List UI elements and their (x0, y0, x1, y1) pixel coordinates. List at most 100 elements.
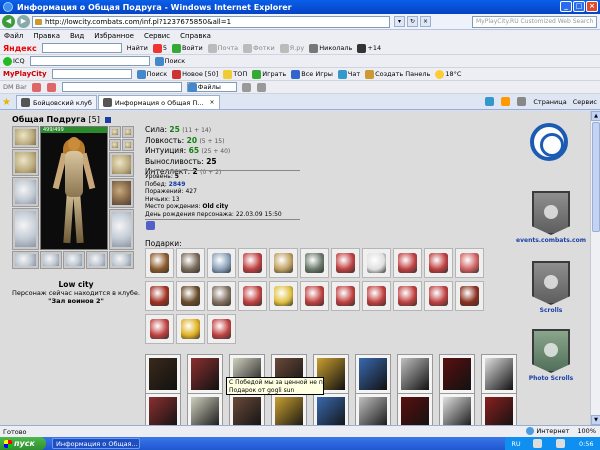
info-icon[interactable] (104, 116, 111, 123)
tab-character-info[interactable]: Информация о Общая П... × (97, 95, 220, 109)
mail-button[interactable]: Почта (207, 43, 238, 53)
login-button[interactable]: Войти (172, 43, 203, 53)
gift-item[interactable] (207, 314, 236, 344)
tools-menu[interactable]: Сервис (573, 98, 597, 106)
start-button[interactable]: пуск (0, 437, 46, 450)
events-banner-icon[interactable] (532, 191, 570, 235)
ring-slot-4[interactable] (122, 139, 134, 151)
favorites-star-icon[interactable]: ★ (2, 97, 14, 109)
print-icon[interactable] (517, 97, 527, 106)
gift-item[interactable] (176, 248, 205, 278)
gift-item[interactable] (424, 281, 453, 311)
photo-card[interactable] (145, 393, 181, 425)
gift-item[interactable] (331, 281, 360, 311)
gift-item[interactable] (207, 281, 236, 311)
user-button[interactable]: Николаль (309, 43, 352, 53)
search-input[interactable]: MyPlayCity.RU Customized Web Search (472, 16, 597, 28)
pocket-slot-1[interactable] (40, 251, 62, 269)
shield-slot[interactable] (109, 178, 134, 208)
gift-item[interactable] (362, 248, 391, 278)
maximize-button[interactable]: □ (573, 1, 585, 12)
gift-item[interactable] (176, 314, 205, 344)
scrolls-banner-icon[interactable] (532, 261, 570, 305)
close-tab-icon[interactable]: × (209, 99, 214, 106)
files-dropdown[interactable]: Файлы (186, 82, 237, 92)
dm-icon-4[interactable] (256, 82, 266, 92)
tray-icon-2[interactable] (556, 439, 566, 448)
gift-item[interactable] (269, 281, 298, 311)
photo-card[interactable] (355, 354, 391, 394)
gift-item[interactable] (269, 248, 298, 278)
scrolls-link[interactable]: Scrolls (516, 307, 586, 314)
menu-edit[interactable]: Правка (33, 32, 60, 40)
chat-button[interactable]: Чат (337, 69, 360, 79)
top-button[interactable]: ТОП (223, 69, 247, 79)
language-indicator[interactable]: RU (511, 440, 520, 448)
gift-item[interactable] (300, 281, 329, 311)
photo-card[interactable] (439, 354, 475, 394)
ring-slot-1[interactable] (109, 126, 121, 138)
create-panel-button[interactable]: Создать Панель (365, 69, 430, 79)
photo-card[interactable] (481, 354, 517, 394)
photo-card[interactable] (397, 393, 433, 425)
photo-card[interactable] (187, 393, 223, 425)
photo-card[interactable] (145, 354, 181, 394)
gift-item[interactable] (393, 248, 422, 278)
forward-button[interactable]: ▶ (17, 15, 30, 28)
photos-button[interactable]: Фотки (243, 43, 275, 53)
helmet-slot[interactable] (12, 126, 39, 148)
clan-icon[interactable] (146, 221, 155, 230)
gift-item[interactable] (393, 281, 422, 311)
yandex-count[interactable]: 5 (152, 43, 167, 53)
photo-card[interactable] (187, 354, 223, 394)
menu-favorites[interactable]: Избранное (94, 32, 134, 40)
photo-card[interactable] (271, 393, 307, 425)
minimize-button[interactable]: _ (560, 1, 572, 12)
gift-item[interactable] (145, 281, 174, 311)
notifications-count[interactable]: +14 (357, 43, 381, 53)
photo-scrolls-link[interactable]: Photo Scrolls (516, 375, 586, 382)
dropdown-arrow-icon[interactable]: ▾ (394, 16, 405, 27)
icq-search-button[interactable]: Поиск (154, 56, 185, 66)
yandex-search-input[interactable] (41, 43, 122, 53)
photo-card[interactable] (397, 354, 433, 394)
gift-item[interactable] (424, 248, 453, 278)
page-menu[interactable]: Страница (533, 98, 566, 106)
emblem-icon[interactable] (530, 123, 568, 161)
dm-icon-1[interactable] (31, 82, 41, 92)
scroll-thumb[interactable] (592, 122, 600, 232)
menu-file[interactable]: Файл (4, 32, 23, 40)
gift-item[interactable] (455, 248, 484, 278)
back-button[interactable]: ◀ (2, 15, 15, 28)
photo-scrolls-banner-icon[interactable] (532, 329, 570, 373)
new-button[interactable]: Новое [50] (172, 69, 218, 79)
gift-item[interactable] (455, 281, 484, 311)
gift-item[interactable] (207, 248, 236, 278)
menu-view[interactable]: Вид (70, 32, 84, 40)
gift-item[interactable] (176, 281, 205, 311)
tray-icon-1[interactable] (533, 439, 543, 448)
gift-item[interactable] (331, 248, 360, 278)
gift-item[interactable] (300, 248, 329, 278)
gift-item[interactable] (238, 281, 267, 311)
weather-button[interactable]: 18°C (435, 69, 461, 79)
pocket-slot-3[interactable] (86, 251, 108, 269)
vertical-scrollbar[interactable]: ▲ ▼ (590, 111, 600, 425)
gift-item[interactable] (145, 248, 174, 278)
taskbar-item-ie[interactable]: Информация о Общая... (52, 438, 140, 449)
myplaycity-search-input[interactable] (51, 69, 132, 79)
rss-icon[interactable] (501, 97, 511, 106)
scroll-down-icon[interactable]: ▼ (591, 415, 600, 425)
photo-card[interactable] (355, 393, 391, 425)
yandex-find-button[interactable]: Найти (127, 44, 148, 52)
pocket-slot-2[interactable] (63, 251, 85, 269)
menu-tools[interactable]: Сервис (144, 32, 170, 40)
belt-slot[interactable] (12, 251, 39, 269)
scroll-up-icon[interactable]: ▲ (591, 111, 600, 121)
events-link[interactable]: events.combats.com (516, 237, 586, 244)
dm-search-input[interactable] (61, 82, 182, 92)
photo-card[interactable] (481, 393, 517, 425)
refresh-icon[interactable]: ↻ (407, 16, 418, 27)
ya-ru-button[interactable]: Я.ру (279, 43, 304, 53)
ring-slot-3[interactable] (109, 139, 121, 151)
